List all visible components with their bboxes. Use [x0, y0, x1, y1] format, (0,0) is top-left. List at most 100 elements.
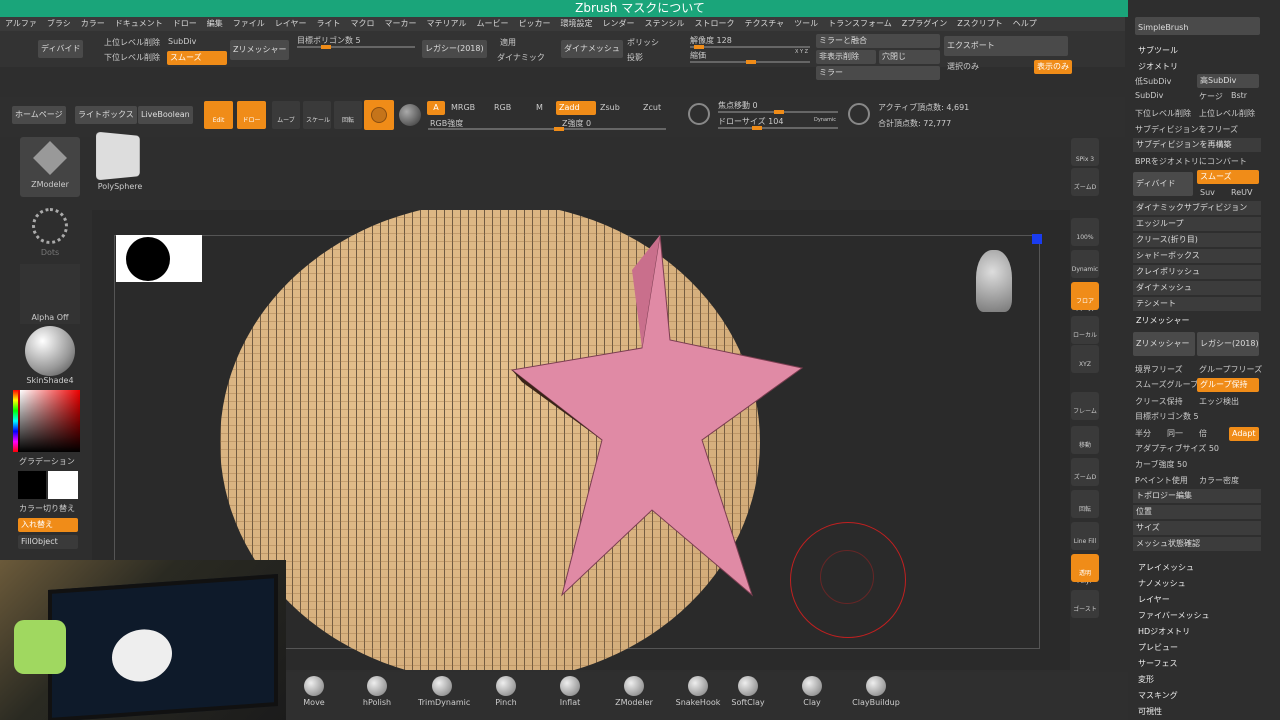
- tool-subpalette[interactable]: ナノメッシュ: [1138, 578, 1186, 589]
- dynamesh-button[interactable]: ダイナメッシュ: [561, 40, 623, 58]
- keep-creases-toggle[interactable]: クリース保持: [1135, 396, 1183, 407]
- zmodeler-tool-slot[interactable]: ZModeler: [20, 137, 80, 197]
- menu-item[interactable]: アルファ: [0, 17, 42, 31]
- right-shelf-button[interactable]: 100%: [1071, 218, 1099, 246]
- position-button[interactable]: 位置: [1133, 505, 1261, 519]
- geometry-subpalette[interactable]: シャドーボックス: [1133, 249, 1261, 263]
- divide-button[interactable]: ディバイド: [38, 40, 84, 58]
- export-button[interactable]: エクスポート: [944, 36, 1068, 56]
- zadd-toggle[interactable]: Zadd: [556, 101, 596, 115]
- menu-item[interactable]: マクロ: [346, 17, 380, 31]
- zremesher-button-right[interactable]: Zリメッシャー: [1133, 332, 1195, 356]
- mirror-button[interactable]: ミラー: [816, 66, 940, 80]
- geometry-subpalette[interactable]: クレイポリッシュ: [1133, 265, 1261, 279]
- brush-slot[interactable]: Clay: [788, 676, 836, 707]
- lower-del-button[interactable]: 上位レベル削除: [104, 37, 160, 48]
- freeze-subdiv-button[interactable]: サブディビジョンをフリーズ: [1135, 124, 1238, 135]
- star-mesh[interactable]: [492, 230, 822, 600]
- tool-subpalette[interactable]: マスキング: [1138, 690, 1178, 701]
- menu-item[interactable]: レンダー: [597, 17, 639, 31]
- rgb-toggle[interactable]: RGB: [494, 103, 511, 112]
- polish-button[interactable]: ポリッシ: [627, 37, 659, 48]
- brush-slot[interactable]: Inflat: [546, 676, 594, 707]
- right-shelf-button[interactable]: Dynamic パース: [1071, 250, 1099, 313]
- right-shelf-button[interactable]: ズームD: [1071, 458, 1099, 486]
- menu-item[interactable]: ムービー: [471, 17, 513, 31]
- edit-button[interactable]: Edit: [204, 101, 233, 129]
- focal-track[interactable]: [718, 110, 838, 114]
- main-color-swatch[interactable]: [48, 471, 78, 499]
- brush-slot[interactable]: TrimDynamic: [418, 676, 470, 707]
- tool-subpalette[interactable]: HDジオメトリ: [1138, 626, 1190, 637]
- brush-slot[interactable]: hPolish: [353, 676, 401, 707]
- brush-slot[interactable]: Pinch: [482, 676, 530, 707]
- reconstruct-subdiv-button[interactable]: サブディビジョンを再構築: [1133, 138, 1261, 152]
- menu-item[interactable]: マーカー: [380, 17, 422, 31]
- fill-object-button[interactable]: FillObject: [18, 535, 78, 549]
- tool-subpalette[interactable]: ファイバーメッシュ: [1138, 610, 1210, 621]
- menu-item[interactable]: ストローク: [689, 17, 739, 31]
- gradient-label[interactable]: グラデーション: [19, 456, 75, 467]
- menu-item[interactable]: 環境設定: [555, 17, 597, 31]
- a-toggle[interactable]: A: [427, 101, 445, 115]
- draw-size-slider[interactable]: ドローサイズ 104: [718, 116, 783, 127]
- menu-item[interactable]: ファイル: [228, 17, 270, 31]
- detect-edges-toggle[interactable]: エッジ検出: [1199, 396, 1239, 407]
- menu-item[interactable]: ドキュメント: [110, 17, 168, 31]
- resolution-track[interactable]: [690, 45, 810, 49]
- menu-item[interactable]: 編集: [202, 17, 228, 31]
- simplebrush-slot[interactable]: SimpleBrush: [1135, 17, 1260, 35]
- half-toggle[interactable]: 半分: [1135, 428, 1151, 439]
- close-holes-button[interactable]: 穴閉じ: [879, 50, 940, 64]
- bpr-convert-button[interactable]: BPRをジオメトリにコンバート: [1135, 156, 1247, 167]
- del-hidden-button[interactable]: 非表示削除: [816, 50, 876, 64]
- double-toggle[interactable]: 倍: [1199, 428, 1207, 439]
- subtool-header[interactable]: サブツール: [1138, 45, 1178, 56]
- brush-slot[interactable]: SnakeHook: [674, 676, 722, 707]
- intensity-icon[interactable]: [848, 103, 870, 125]
- slider-thumb[interactable]: [694, 45, 704, 49]
- geometry-subpalette[interactable]: クリース(折り目): [1133, 233, 1261, 247]
- right-shelf-button[interactable]: XYZ: [1071, 345, 1099, 373]
- move-mode-button[interactable]: ムーブ: [272, 101, 300, 129]
- polypaint-toggle[interactable]: Pペイント使用: [1135, 475, 1188, 486]
- material-swatch[interactable]: [364, 100, 394, 130]
- brush-slot[interactable]: Move: [290, 676, 338, 707]
- geometry-subpalette[interactable]: テシメート: [1133, 297, 1261, 311]
- menu-item[interactable]: ブラシ: [42, 17, 76, 31]
- orientation-head-icon[interactable]: [976, 250, 1012, 312]
- material-slot[interactable]: SkinShade4: [20, 326, 80, 386]
- zcut-toggle[interactable]: Zcut: [643, 103, 661, 112]
- m-toggle[interactable]: M: [536, 103, 543, 112]
- right-shelf-button[interactable]: 移動: [1071, 426, 1099, 454]
- right-shelf-button[interactable]: ローカル: [1071, 316, 1099, 344]
- slider-thumb[interactable]: [321, 45, 331, 49]
- menu-item[interactable]: カラー: [76, 17, 110, 31]
- legacy-button-right[interactable]: レガシー(2018): [1197, 332, 1259, 356]
- slider-thumb[interactable]: [752, 126, 762, 130]
- brush-slot[interactable]: SoftClay: [724, 676, 772, 707]
- zsub-toggle[interactable]: Zsub: [600, 103, 620, 112]
- dynamic-label[interactable]: Dynamic: [814, 117, 836, 123]
- liveboolean-button[interactable]: LiveBoolean: [138, 106, 193, 124]
- focal-shift-icon[interactable]: [688, 103, 710, 125]
- smooth-toggle[interactable]: スムーズ: [167, 51, 227, 65]
- right-shelf-button[interactable]: フロア: [1071, 282, 1099, 310]
- size-button[interactable]: サイズ: [1133, 521, 1261, 535]
- bstr-button[interactable]: Bstr: [1231, 91, 1247, 100]
- color-picker[interactable]: [13, 390, 80, 452]
- menu-item[interactable]: ツール: [789, 17, 823, 31]
- legacy-button[interactable]: レガシー(2018): [422, 40, 487, 58]
- project-button[interactable]: 投影: [627, 52, 643, 63]
- blur-slider[interactable]: 縮価: [690, 50, 706, 61]
- right-shelf-button[interactable]: Line Fill PolyF: [1071, 522, 1099, 585]
- draw-size-track[interactable]: [718, 126, 838, 130]
- switch-color-button[interactable]: カラー切り替え: [19, 503, 75, 514]
- menu-item[interactable]: マテリアル: [422, 17, 472, 31]
- tool-subpalette[interactable]: プレビュー: [1138, 642, 1178, 653]
- mesh-integrity-button[interactable]: メッシュ状態確認: [1133, 537, 1261, 551]
- curve-strength-slider[interactable]: カーブ強度 50: [1135, 459, 1187, 470]
- menu-item[interactable]: ピッカー: [513, 17, 555, 31]
- right-shelf-button[interactable]: ズームD: [1071, 168, 1099, 196]
- polysphere-tool-slot[interactable]: PolySphere: [96, 131, 144, 191]
